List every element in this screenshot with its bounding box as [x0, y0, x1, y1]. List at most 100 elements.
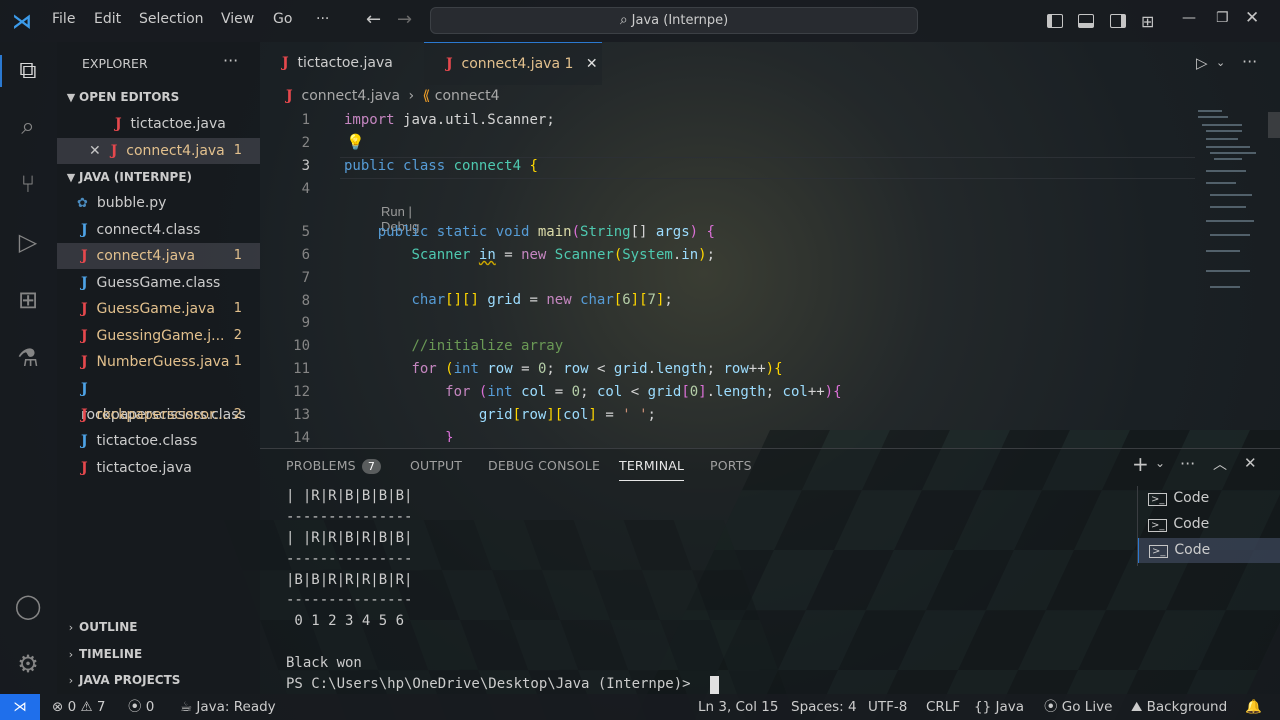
- menu-more[interactable]: ···: [316, 11, 329, 27]
- menu-view[interactable]: View: [221, 11, 254, 27]
- accounts-icon[interactable]: ◯: [14, 592, 42, 620]
- command-center-label: Java (Internpe): [631, 13, 729, 28]
- new-terminal-icon[interactable]: +: [1132, 452, 1149, 476]
- menu-go[interactable]: Go: [273, 11, 292, 27]
- chevron-down-icon[interactable]: ⌄: [1155, 456, 1165, 470]
- testing-icon[interactable]: ⚗: [14, 344, 42, 372]
- search-icon[interactable]: ⌕: [14, 112, 42, 140]
- folder-header[interactable]: ▼ JAVA (INTERNPE): [57, 164, 260, 190]
- toggle-primary-sidebar-icon[interactable]: [1047, 14, 1063, 28]
- cursor-position[interactable]: Ln 3, Col 15: [698, 694, 778, 720]
- status-bar: ⋊ ⊗ 0 ⚠ 7 ⦿ 0 ☕ Java: Ready Ln 3, Col 15…: [0, 694, 1280, 720]
- file-item[interactable]: J connect4.class: [57, 217, 260, 243]
- problems-status[interactable]: ⊗ 0 ⚠ 7: [52, 694, 106, 720]
- line-ending[interactable]: CRLF: [926, 694, 960, 720]
- toggle-panel-icon[interactable]: [1078, 14, 1094, 28]
- timeline-header[interactable]: › TIMELINE: [57, 641, 260, 667]
- file-item[interactable]: J tictactoe.class: [57, 428, 260, 454]
- language-mode[interactable]: {} Java: [974, 694, 1024, 720]
- tab-output[interactable]: OUTPUT: [410, 458, 462, 473]
- lightbulb-icon[interactable]: 💡: [346, 133, 365, 151]
- file-item[interactable]: J rockpaperscissor... 2: [57, 402, 260, 428]
- code-line-11: for (int row = 0; row < grid.length; row…: [411, 361, 783, 377]
- minimize-icon[interactable]: —: [1182, 10, 1196, 26]
- notifications-bell-icon[interactable]: 🔔: [1245, 694, 1262, 720]
- explorer-more-icon[interactable]: ···: [223, 51, 238, 70]
- java-file-icon: J: [282, 55, 289, 71]
- restore-icon[interactable]: ❐: [1216, 10, 1229, 26]
- encoding[interactable]: UTF-8: [868, 694, 907, 720]
- java-file-icon: J: [446, 56, 453, 72]
- close-icon[interactable]: ✕: [89, 143, 101, 159]
- terminal-instance[interactable]: >_ Code: [1138, 512, 1280, 537]
- code-line-6: Scanner in = new Scanner(System.in);: [411, 247, 715, 263]
- forward-arrow-icon[interactable]: →: [397, 9, 412, 30]
- tab-connect4[interactable]: J connect4.java 1 ✕: [424, 42, 602, 85]
- indentation[interactable]: Spaces: 4: [791, 694, 857, 720]
- outline-header[interactable]: › OUTLINE: [57, 614, 260, 640]
- braces-icon: {}: [974, 699, 992, 715]
- editor-tabs: J tictactoe.java J connect4.java 1 ✕ ▷ ⌄…: [260, 42, 1280, 85]
- explorer-title: EXPLORER: [82, 56, 148, 71]
- java-file-icon: J: [110, 143, 118, 159]
- chevron-down-icon[interactable]: ⌄: [1216, 56, 1225, 69]
- run-icon[interactable]: ▷: [1196, 54, 1208, 72]
- menu-edit[interactable]: Edit: [94, 11, 121, 27]
- terminal-instance[interactable]: >_ Code: [1138, 486, 1280, 511]
- java-file-icon: J: [81, 248, 88, 264]
- menu-file[interactable]: File: [52, 11, 75, 27]
- explorer-icon[interactable]: ⧉: [14, 56, 42, 84]
- code-line-5: public static void main(String[] args) {: [377, 224, 715, 240]
- java-file-icon: J: [81, 328, 88, 344]
- file-item[interactable]: J NumberGuess.java 1: [57, 349, 260, 375]
- settings-gear-icon[interactable]: ⚙: [14, 650, 42, 678]
- tab-debug-console[interactable]: DEBUG CONSOLE: [488, 458, 600, 473]
- menu-selection[interactable]: Selection: [139, 11, 204, 27]
- java-projects-header[interactable]: › JAVA PROJECTS: [57, 667, 260, 693]
- code-line-1: import java.util.Scanner;: [344, 112, 555, 128]
- tab-tictactoe[interactable]: J tictactoe.java: [260, 42, 424, 85]
- file-item[interactable]: J GuessGame.java 1: [57, 296, 260, 322]
- go-live[interactable]: ⦿ Go Live: [1044, 694, 1112, 720]
- editor-scrollbar[interactable]: [1268, 112, 1280, 138]
- background-status[interactable]: ⛰ Background: [1131, 694, 1227, 720]
- breadcrumb-file[interactable]: connect4.java: [302, 88, 401, 104]
- open-editors-header[interactable]: ▼ OPEN EDITORS: [57, 84, 260, 110]
- close-window-icon[interactable]: ✕: [1245, 8, 1259, 28]
- extensions-icon[interactable]: ⊞: [14, 286, 42, 314]
- file-item[interactable]: J GuessingGame.j... 2: [57, 323, 260, 349]
- panel-more-icon[interactable]: ···: [1180, 454, 1195, 473]
- toggle-secondary-sidebar-icon[interactable]: [1110, 14, 1126, 28]
- minimap[interactable]: [1198, 110, 1268, 310]
- tab-problems[interactable]: PROBLEMS 7: [286, 458, 382, 474]
- close-icon[interactable]: ✕: [586, 56, 598, 72]
- open-editor-item[interactable]: J tictactoe.java: [57, 111, 260, 137]
- run-debug-icon[interactable]: ▷: [14, 228, 42, 256]
- close-panel-icon[interactable]: ✕: [1244, 454, 1257, 472]
- file-item[interactable]: J GuessGame.class: [57, 270, 260, 296]
- customize-layout-icon[interactable]: ⊞: [1141, 12, 1154, 31]
- java-status[interactable]: ☕ Java: Ready: [180, 694, 276, 720]
- file-item-selected[interactable]: J connect4.java 1: [57, 243, 260, 269]
- editor-more-icon[interactable]: ···: [1242, 52, 1257, 71]
- chevron-right-icon: ›: [68, 648, 74, 661]
- ports-status[interactable]: ⦿ 0: [128, 694, 154, 720]
- tab-ports[interactable]: PORTS: [710, 458, 752, 473]
- code-line-3: public class connect4 {: [344, 158, 538, 174]
- back-arrow-icon[interactable]: ←: [366, 9, 381, 30]
- source-control-icon[interactable]: ⑂: [14, 170, 42, 198]
- maximize-panel-icon[interactable]: ︿: [1213, 454, 1227, 474]
- remote-indicator-icon[interactable]: ⋊: [0, 694, 40, 720]
- command-center[interactable]: ⌕ Java (Internpe): [430, 7, 918, 34]
- tab-terminal[interactable]: TERMINAL: [619, 458, 685, 481]
- java-file-icon: J: [81, 301, 88, 317]
- file-item[interactable]: ✿ bubble.py: [57, 190, 260, 216]
- file-item[interactable]: J tictactoe.java: [57, 455, 260, 481]
- open-editor-item-active[interactable]: ✕ J connect4.java 1: [57, 138, 260, 164]
- class-file-icon: J: [81, 381, 88, 397]
- terminal-prompt: PS C:\Users\hp\OneDrive\Desktop\Java (In…: [286, 676, 700, 692]
- file-item[interactable]: J rockpaperscissors.class: [57, 376, 260, 423]
- breadcrumb-symbol[interactable]: connect4: [435, 88, 500, 104]
- terminal-instance-active[interactable]: >_ Code: [1138, 538, 1280, 563]
- terminal-icon: >_: [1148, 493, 1168, 506]
